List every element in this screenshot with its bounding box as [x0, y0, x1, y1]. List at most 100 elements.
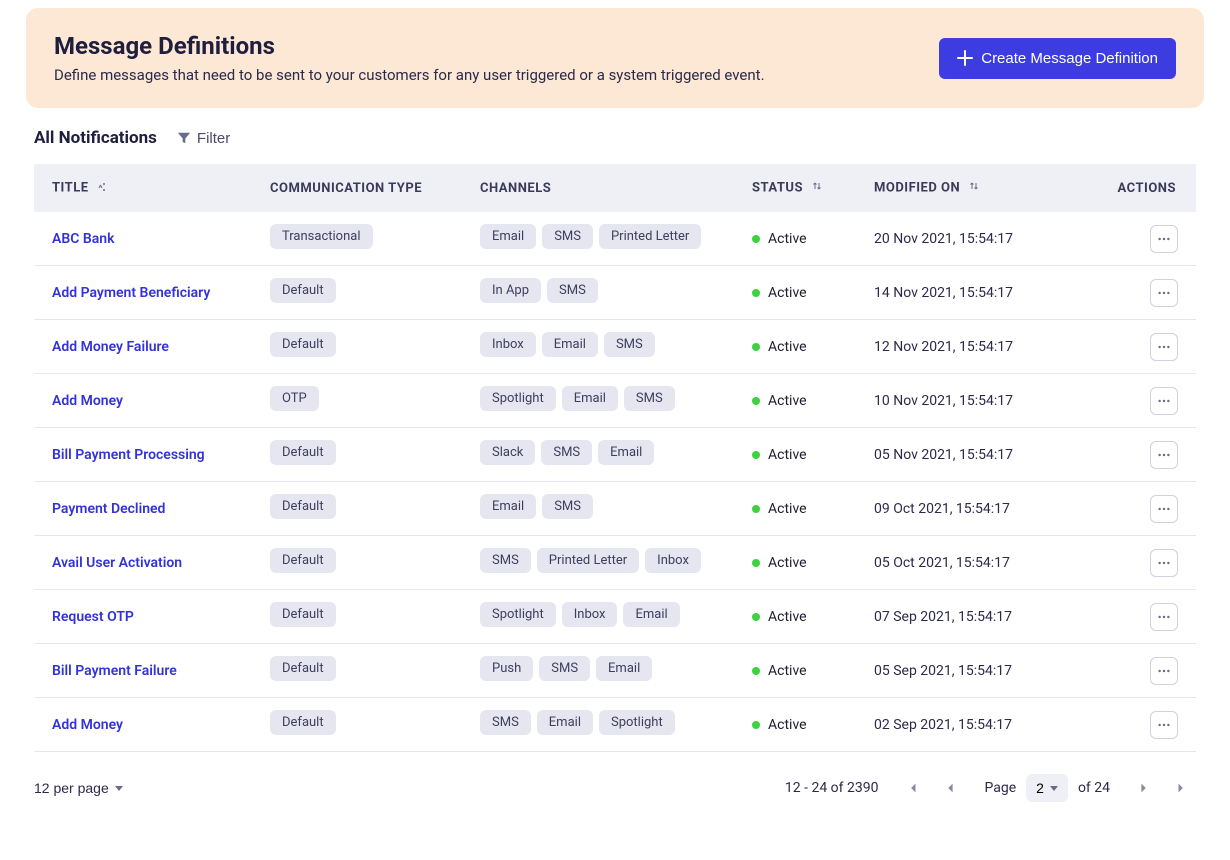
per-page-label: 12 per page	[34, 780, 109, 796]
channel-pill: Email	[562, 386, 618, 411]
per-page-select[interactable]: 12 per page	[34, 780, 123, 796]
table-row: Payment DeclinedDefaultEmailSMSActive09 …	[34, 482, 1196, 536]
row-title-link[interactable]: Bill Payment Failure	[52, 663, 177, 679]
table-row: Bill Payment Processing Default SlackSMSEm…	[34, 428, 1196, 482]
communication-type-pill: Default	[270, 332, 336, 357]
row-title-link[interactable]: Add Money	[52, 393, 123, 409]
more-horizontal-icon	[1157, 664, 1171, 678]
chevron-down-icon	[1050, 786, 1058, 791]
channel-pill: In App	[480, 278, 541, 303]
row-title-link[interactable]: Avail User Activation	[52, 555, 182, 571]
status-cell: Active	[752, 231, 838, 247]
modified-on-value: 20 Nov 2021, 15:54:17	[874, 231, 1013, 247]
channel-pill: Email	[542, 332, 598, 357]
table: TITLE COMMUNICATION TYPE CHANNELS STATUS…	[34, 164, 1196, 752]
create-message-definition-button[interactable]: Create Message Definition	[939, 38, 1176, 79]
channel-pill: SMS	[541, 440, 592, 465]
channel-pill: Email	[598, 440, 654, 465]
channel-pill: SMS	[480, 710, 531, 735]
row-actions-button[interactable]	[1150, 279, 1178, 307]
status-cell: Active	[752, 447, 838, 463]
channel-pill: Email	[596, 656, 652, 681]
col-header-modified-on[interactable]: MODIFIED ON	[856, 164, 1094, 212]
status-label: Active	[768, 663, 807, 679]
modified-on-value: 09 Oct 2021, 15:54:17	[874, 501, 1010, 517]
channel-pill: SMS	[604, 332, 655, 357]
row-title-link[interactable]: ABC Bank	[52, 231, 114, 247]
col-header-communication-type[interactable]: COMMUNICATION TYPE	[252, 164, 462, 212]
row-title-link[interactable]: Add Money Failure	[52, 339, 169, 355]
sort-icon	[968, 180, 980, 196]
channel-pill: SMS	[542, 224, 593, 249]
more-horizontal-icon	[1157, 556, 1171, 570]
next-page-button[interactable]	[1130, 774, 1158, 802]
filter-icon	[177, 131, 191, 145]
filter-button[interactable]: Filter	[177, 130, 230, 147]
col-header-title[interactable]: TITLE	[34, 164, 252, 212]
status-label: Active	[768, 501, 807, 517]
current-page-select[interactable]: 2	[1026, 774, 1068, 802]
status-label: Active	[768, 555, 807, 571]
pagination-range: 12 - 24 of 2390	[785, 780, 879, 796]
communication-type-pill: Default	[270, 440, 336, 465]
row-actions-button[interactable]	[1150, 333, 1178, 361]
row-actions-button[interactable]	[1150, 603, 1178, 631]
channel-pill: SMS	[539, 656, 590, 681]
status-dot-icon	[752, 559, 760, 567]
row-actions-button[interactable]	[1150, 441, 1178, 469]
status-cell: Active	[752, 555, 838, 571]
col-header-status[interactable]: STATUS	[734, 164, 856, 212]
status-cell: Active	[752, 609, 838, 625]
row-actions-button[interactable]	[1150, 225, 1178, 253]
status-dot-icon	[752, 613, 760, 621]
sort-icon	[811, 180, 823, 196]
col-title-label: TITLE	[52, 180, 89, 195]
col-comm-label: COMMUNICATION TYPE	[270, 181, 422, 196]
more-horizontal-icon	[1157, 448, 1171, 462]
status-label: Active	[768, 717, 807, 733]
table-row: ABC BankTransactionalEmailSMSPrinted Let…	[34, 212, 1196, 266]
status-dot-icon	[752, 343, 760, 351]
col-header-channels[interactable]: CHANNELS	[462, 164, 734, 212]
modified-on-value: 05 Sep 2021, 15:54:17	[874, 663, 1012, 679]
row-actions-button[interactable]	[1150, 549, 1178, 577]
filter-label: Filter	[197, 130, 230, 147]
channel-pill: Spotlight	[599, 710, 675, 735]
current-page-value: 2	[1036, 780, 1044, 796]
communication-type-pill: OTP	[270, 386, 319, 411]
row-title-link[interactable]: Request OTP	[52, 609, 134, 625]
channel-pill: Slack	[480, 440, 535, 465]
col-actions-label: ACTIONS	[1118, 181, 1176, 196]
communication-type-pill: Default	[270, 548, 336, 573]
last-page-button[interactable]	[1168, 774, 1196, 802]
channel-pill: Spotlight	[480, 602, 556, 627]
row-actions-button[interactable]	[1150, 495, 1178, 523]
chevron-down-icon	[115, 786, 123, 791]
sort-icon	[96, 180, 108, 196]
first-page-button[interactable]	[898, 774, 926, 802]
more-horizontal-icon	[1157, 610, 1171, 624]
more-horizontal-icon	[1157, 286, 1171, 300]
row-title-link[interactable]: Add Money	[52, 717, 123, 733]
row-title-link[interactable]: Payment Declined	[52, 501, 165, 517]
row-title-link[interactable]: Add Payment Beneficiary	[52, 285, 210, 301]
channel-pill: Printed Letter	[537, 548, 639, 573]
col-modified-label: MODIFIED ON	[874, 180, 960, 195]
row-title-link[interactable]: Bill Payment Processing	[52, 447, 205, 463]
status-label: Active	[768, 231, 807, 247]
channel-pill: SMS	[547, 278, 598, 303]
table-row: Add Payment BeneficiaryDefaultIn AppSMSA…	[34, 266, 1196, 320]
row-actions-button[interactable]	[1150, 657, 1178, 685]
row-actions-button[interactable]	[1150, 711, 1178, 739]
status-label: Active	[768, 447, 807, 463]
row-actions-button[interactable]	[1150, 387, 1178, 415]
status-dot-icon	[752, 235, 760, 243]
more-horizontal-icon	[1157, 340, 1171, 354]
more-horizontal-icon	[1157, 232, 1171, 246]
page-label: Page	[984, 780, 1016, 796]
channel-pill: SMS	[542, 494, 593, 519]
header-banner: Message Definitions Define messages that…	[26, 8, 1204, 108]
channel-pill: Email	[537, 710, 593, 735]
modified-on-value: 05 Oct 2021, 15:54:17	[874, 555, 1010, 571]
prev-page-button[interactable]	[936, 774, 964, 802]
